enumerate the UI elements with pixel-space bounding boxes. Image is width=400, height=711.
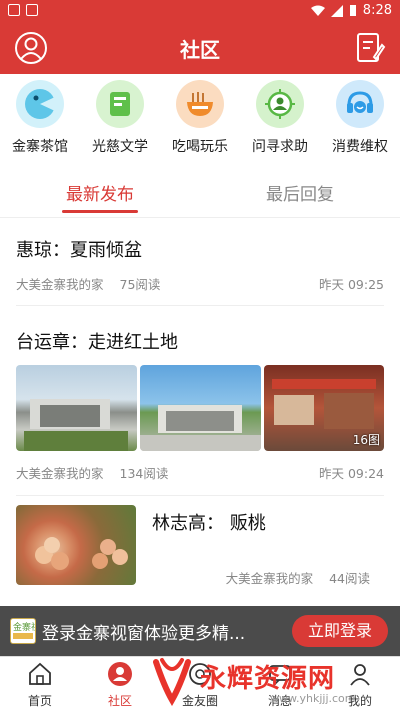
category-help[interactable]: 问寻求助 — [240, 80, 320, 156]
category-tea-house[interactable]: 金寨茶馆 — [0, 80, 80, 156]
tab-last-reply[interactable]: 最后回复 — [200, 180, 400, 205]
nav-home[interactable]: 首页 — [0, 661, 80, 709]
nav-label: 首页 — [27, 694, 52, 708]
post-reads: 44阅读 — [329, 571, 370, 586]
post-item[interactable]: 林志高： 贩桃 大美金寨我的家 44阅读 — [16, 505, 384, 606]
category-label: 消费维权 — [332, 139, 388, 155]
compose-post-icon[interactable] — [354, 31, 386, 65]
post-item[interactable]: 惠琼：夏雨倾盆 大美金寨我的家 75阅读 昨天 09:25 — [16, 230, 384, 306]
category-consumer-rights[interactable]: 消费维权 — [320, 80, 400, 156]
watermark-url: www.yhkjjj.com — [270, 692, 356, 705]
home-icon — [29, 662, 51, 685]
category-label: 光慈文学 — [92, 139, 148, 155]
app-notification-icon — [26, 4, 38, 16]
signal-icon — [330, 4, 343, 17]
post-reads: 75阅读 — [119, 277, 161, 292]
svg-text:金寨视窗: 金寨视窗 — [13, 621, 35, 633]
post-image[interactable] — [140, 365, 261, 451]
post-meta: 大美金寨我的家 44阅读 — [226, 568, 370, 587]
login-banner: 金寨视窗 登录金寨视窗体验更多精... 立即登录 — [0, 606, 400, 656]
app-header: 社区 — [0, 22, 400, 74]
login-button[interactable]: 立即登录 — [292, 615, 388, 647]
post-source: 大美金寨我的家 — [16, 466, 104, 481]
post-item[interactable]: 台运章：走进红土地 16图 大美金寨我的家 134阅读 昨天 09:24 — [16, 316, 384, 496]
app-logo: 金寨视窗 — [10, 618, 49, 644]
page-title: 社区 — [180, 38, 220, 62]
category-label: 金寨茶馆 — [12, 139, 68, 155]
tab-latest[interactable]: 最新发布 — [0, 180, 200, 205]
category-label: 吃喝玩乐 — [172, 139, 228, 155]
community-icon — [108, 662, 132, 686]
watermark-logo-icon — [153, 658, 191, 706]
status-bar: 8:28 — [0, 0, 400, 22]
image-count-badge: 16图 — [352, 433, 380, 447]
tea-house-icon — [16, 80, 64, 128]
post-title: 林志高： 贩桃 — [152, 513, 266, 534]
category-bar: 金寨茶馆 光慈文学 吃喝玩乐 问寻求助 消费维权 — [0, 80, 400, 160]
category-literature[interactable]: 光慈文学 — [80, 80, 160, 156]
watermark-text: 永辉资源网 — [200, 664, 336, 694]
post-image[interactable]: 16图 — [264, 365, 384, 451]
active-tab-indicator — [62, 210, 138, 213]
post-title: 惠琼：夏雨倾盆 — [16, 240, 142, 261]
headset-icon — [336, 80, 384, 128]
divider — [0, 217, 400, 218]
status-time: 8:28 — [362, 3, 392, 18]
feed-tabs: 最新发布 最后回复 — [0, 172, 400, 216]
noodle-bowl-icon — [176, 80, 224, 128]
post-meta: 大美金寨我的家 75阅读 — [16, 274, 160, 293]
battery-icon — [349, 5, 356, 16]
post-time: 昨天 09:24 — [319, 466, 384, 481]
post-image[interactable] — [16, 365, 137, 451]
post-image[interactable] — [16, 505, 136, 585]
help-person-icon — [256, 80, 304, 128]
post-reads: 134阅读 — [119, 466, 169, 481]
book-icon — [96, 80, 144, 128]
category-label: 问寻求助 — [252, 139, 308, 155]
nav-label: 社区 — [107, 694, 132, 708]
post-title: 台运章：走进红土地 — [16, 332, 178, 353]
watermark: 永辉资源网 www.yhkjjj.com — [152, 654, 400, 711]
category-food-fun[interactable]: 吃喝玩乐 — [160, 80, 240, 156]
post-source: 大美金寨我的家 — [16, 277, 104, 292]
notification-icon — [8, 4, 20, 16]
banner-text: 登录金寨视窗体验更多精... — [42, 624, 246, 644]
post-meta: 大美金寨我的家 134阅读 — [16, 463, 168, 482]
post-time: 昨天 09:25 — [319, 277, 384, 292]
wifi-icon — [310, 5, 325, 16]
nav-community[interactable]: 社区 — [80, 661, 160, 709]
post-source: 大美金寨我的家 — [225, 571, 314, 586]
